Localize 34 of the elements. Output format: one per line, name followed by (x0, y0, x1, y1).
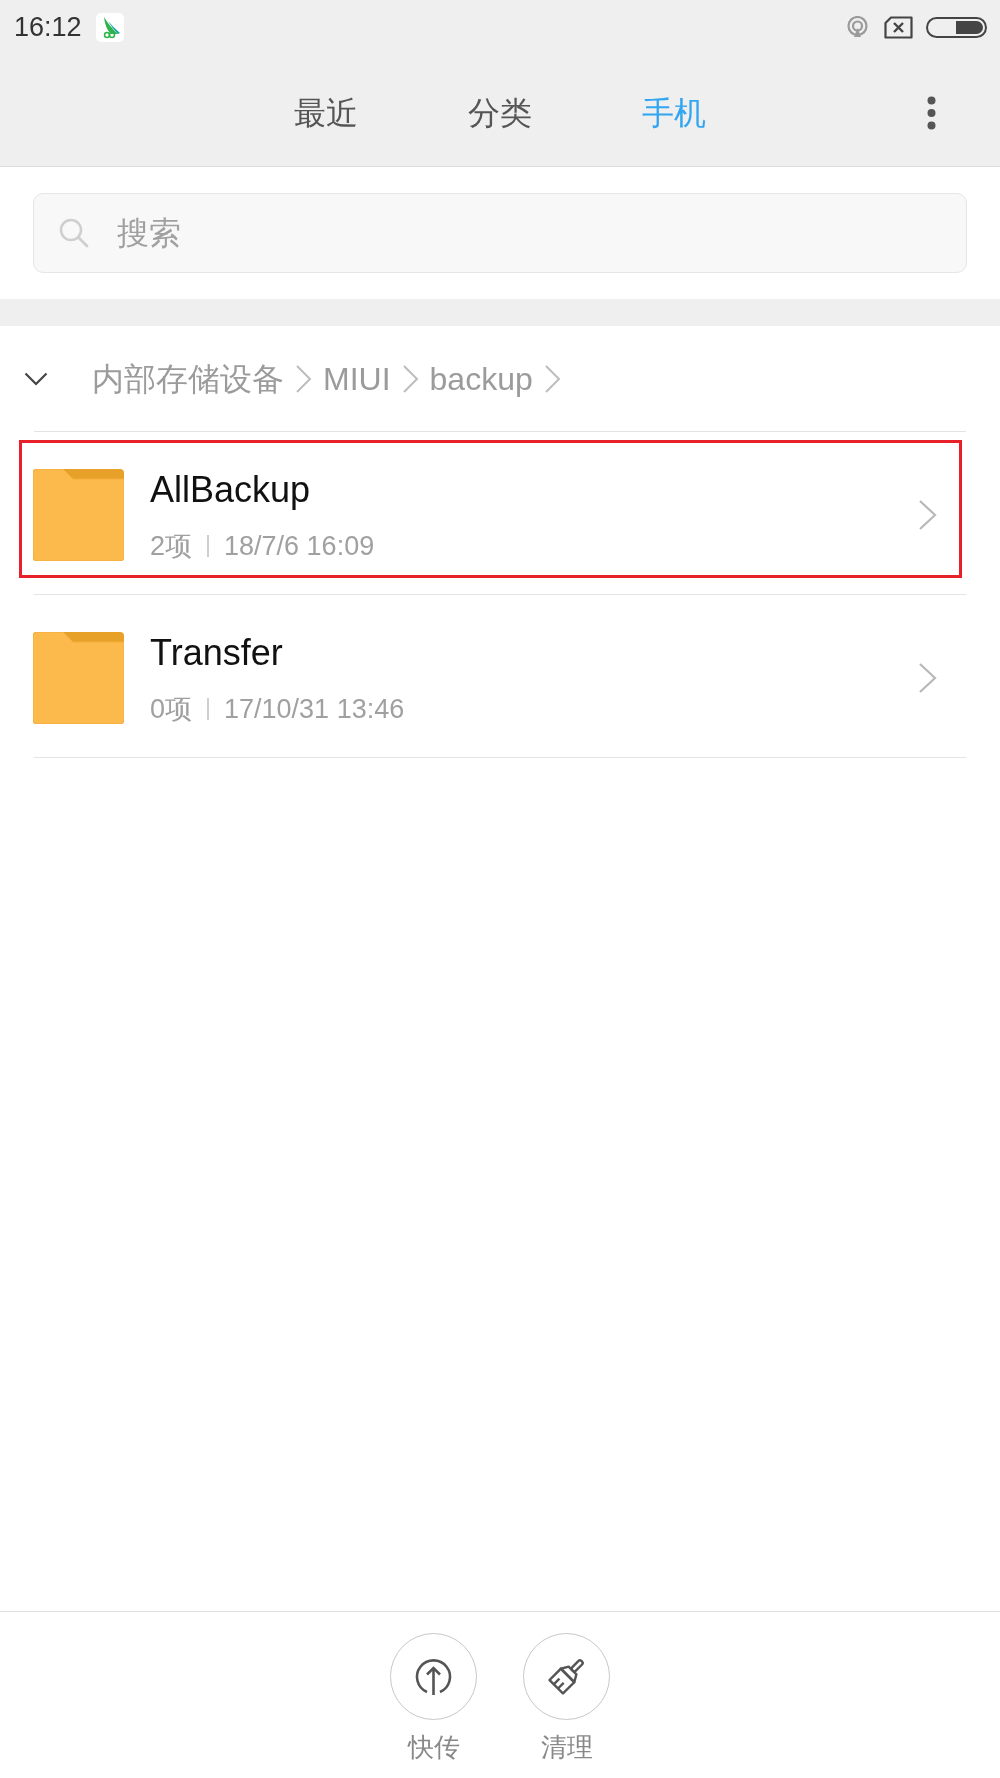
more-button[interactable] (927, 96, 936, 130)
folder-row[interactable]: AllBackup 2项 18/7/6 16:09 (19, 440, 962, 578)
search-field[interactable]: 搜索 (33, 193, 967, 273)
folder-name: AllBackup (150, 468, 311, 511)
breadcrumb-item[interactable]: backup (429, 358, 533, 399)
chevron-right-icon (401, 363, 419, 394)
item-count: 2项 (150, 529, 193, 562)
more-vertical-icon (927, 96, 936, 130)
modified-date: 17/10/31 13:46 (224, 692, 405, 725)
search-icon (59, 218, 89, 248)
breadcrumb-item[interactable]: 内部存储设备 (92, 358, 284, 399)
folder-icon (33, 632, 124, 724)
action-button[interactable]: 清理 (523, 1633, 610, 1763)
chevron-right-icon (543, 363, 561, 394)
modified-date: 18/7/6 16:09 (224, 529, 375, 562)
battery-icon (926, 16, 987, 38)
status-time: 16:12 (14, 11, 82, 43)
sim-card-x-icon (884, 15, 913, 39)
folder-icon (33, 469, 124, 561)
tab[interactable]: 最近 (282, 93, 370, 133)
chevron-right-icon (295, 363, 312, 394)
chevron-right-icon (918, 662, 937, 694)
folder-name: Transfer (150, 631, 283, 674)
leaf-app-icon (95, 12, 124, 42)
tab[interactable]: 手机 (630, 93, 718, 133)
folder-row[interactable]: Transfer 0项 17/10/31 13:46 (19, 603, 962, 741)
chevron-down-icon (24, 371, 48, 386)
brush-icon (523, 1633, 610, 1720)
tab[interactable]: 分类 (456, 93, 544, 133)
action-button[interactable]: 快传 (390, 1633, 477, 1763)
breadcrumb-item[interactable]: MIUI (323, 358, 391, 399)
item-count: 0项 (150, 692, 193, 725)
chevron-right-icon (918, 499, 937, 531)
collapse-button[interactable] (24, 371, 48, 386)
